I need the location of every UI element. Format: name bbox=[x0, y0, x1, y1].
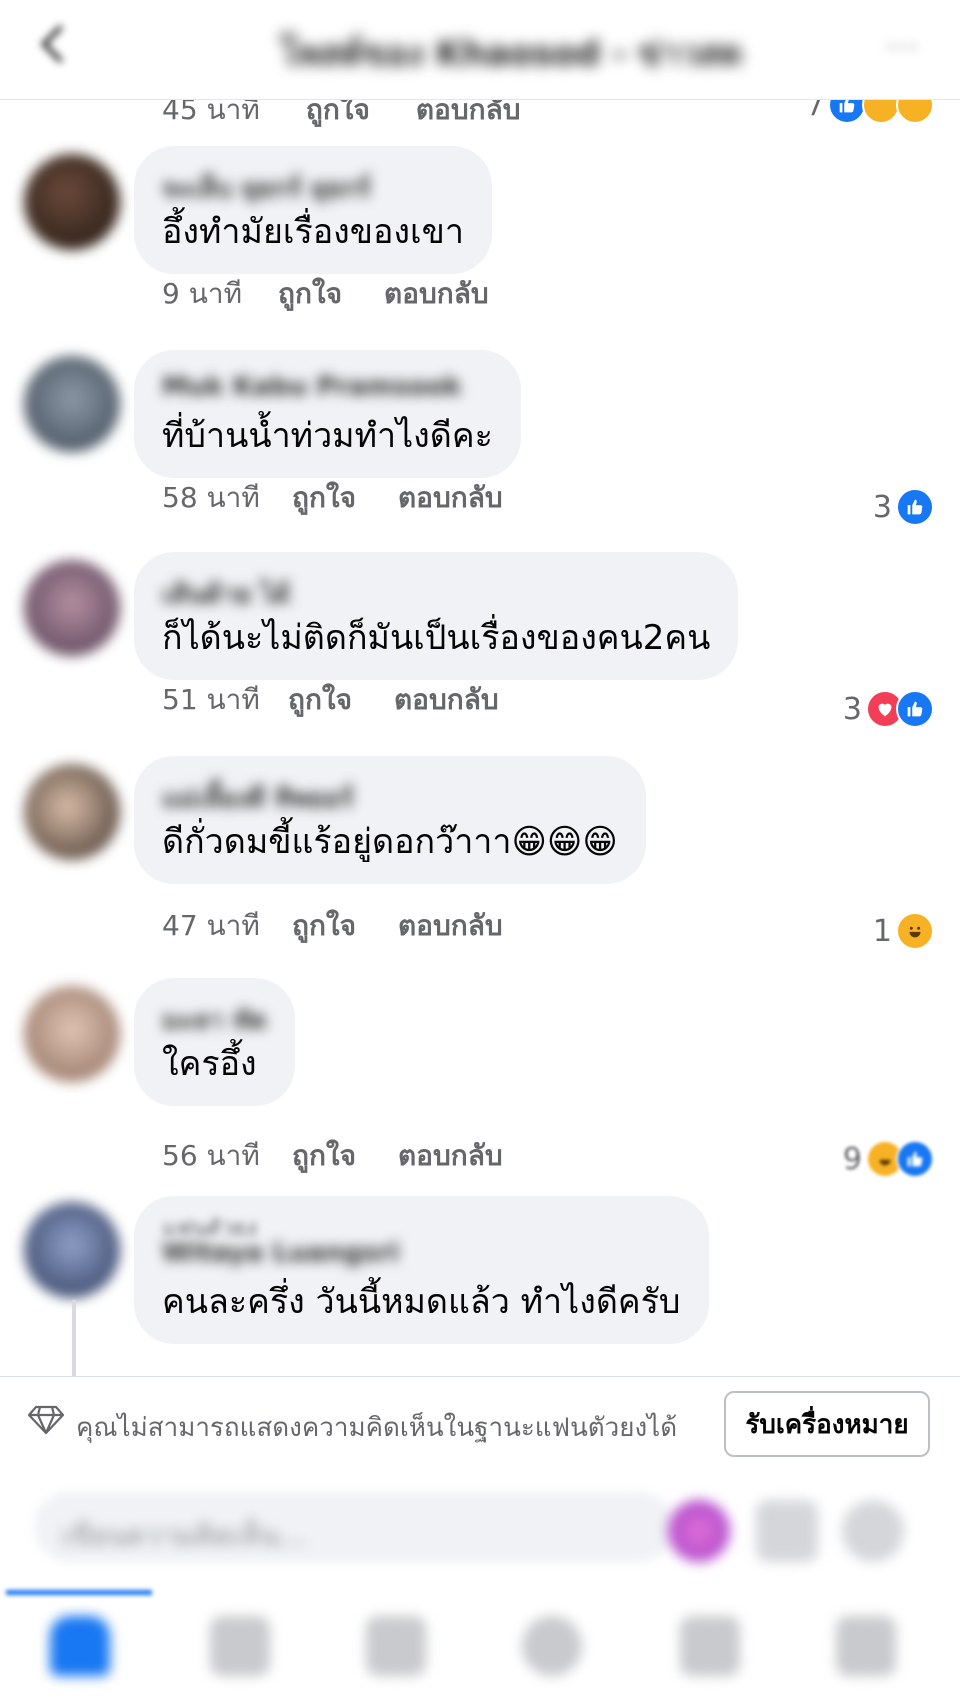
thread-line bbox=[72, 1300, 76, 1376]
reaction-count: 3 bbox=[872, 489, 892, 525]
gif-icon[interactable] bbox=[756, 1500, 818, 1562]
comment-meta: 56 นาที ถูกใจ ตอบกลับ bbox=[162, 1134, 503, 1178]
profile-icon[interactable] bbox=[522, 1616, 582, 1676]
comment-text: อึ้งทำมัยเรื่องของเขา bbox=[162, 212, 464, 252]
commenter-name[interactable]: แม่เลี้ยงดี ทิพยอร์ bbox=[162, 778, 618, 814]
comment-meta: 51 นาที ถูกใจ ตอบกลับ bbox=[162, 678, 499, 722]
page-title: โพสต์ของ Khaosod - ข่าวสด bbox=[280, 34, 743, 74]
back-arrow-icon[interactable] bbox=[30, 20, 78, 68]
comment-time: 56 นาที bbox=[162, 1139, 260, 1172]
avatar[interactable] bbox=[24, 1202, 120, 1298]
like-link[interactable]: ถูกใจ bbox=[292, 476, 398, 520]
comment-meta: 58 นาที ถูกใจ ตอบกลับ bbox=[162, 476, 503, 520]
marketplace-icon[interactable] bbox=[366, 1616, 426, 1676]
commenter-name[interactable]: Witaya Luangsri bbox=[162, 1238, 681, 1274]
emoji-icon[interactable] bbox=[842, 1500, 904, 1562]
commenter-name[interactable]: จะเล็บ ยุยกร์ ยุยกร์ bbox=[162, 168, 464, 204]
comment-bubble: มะลา ทัด ใครอึ้ง bbox=[134, 978, 295, 1106]
comment-meta: 9 นาที ถูกใจ ตอบกลับ bbox=[162, 272, 489, 316]
avatar-sticker-icon[interactable] bbox=[668, 1500, 730, 1562]
comment-time: 47 นาที bbox=[162, 909, 260, 942]
top-bar: โพสต์ของ Khaosod - ข่าวสด ··· bbox=[0, 0, 960, 100]
comment-time: 58 นาที bbox=[162, 481, 260, 514]
commenter-name[interactable]: มะลา ทัด bbox=[162, 1000, 267, 1036]
avatar[interactable] bbox=[24, 154, 120, 250]
reply-link[interactable]: ตอบกลับ bbox=[394, 678, 499, 722]
bottom-nav bbox=[0, 1582, 960, 1706]
comment-text: ก็ได้นะไม่ติดก็มันเป็นเรื่องของคน2คน bbox=[162, 618, 711, 658]
reaction-count: 1 bbox=[872, 913, 892, 949]
more-options-icon[interactable]: ··· bbox=[885, 30, 920, 65]
comment-bubble: แม่เลี้ยงดี ทิพยอร์ ดีกั่วดมขี้แร้อยู่ดอ… bbox=[134, 756, 646, 884]
comment-bubble: จะเล็บ ยุยกร์ ยุยกร์ อึ้งทำมัยเรื่องของเ… bbox=[134, 146, 492, 274]
get-badge-button[interactable]: รับเครื่องหมาย bbox=[724, 1391, 930, 1457]
avatar[interactable] bbox=[24, 764, 120, 860]
commenter-name[interactable]: Muk Kabu Pramsook bbox=[162, 372, 493, 408]
comment-text: ใครอึ้ง bbox=[162, 1044, 257, 1084]
reaction-count: 9 bbox=[842, 1141, 862, 1177]
active-tab-indicator bbox=[6, 1590, 152, 1595]
comment-bubble: Muk Kabu Pramsook ที่บ้านน้ำท่วมทำไงดีคะ bbox=[134, 350, 521, 478]
avatar[interactable] bbox=[24, 560, 120, 656]
comment-input-placeholder: เขียนความคิดเห็น... bbox=[62, 1519, 306, 1552]
menu-icon[interactable] bbox=[836, 1616, 896, 1676]
avatar[interactable] bbox=[24, 356, 120, 452]
comment-time: 51 นาที bbox=[162, 683, 260, 716]
like-link[interactable]: ถูกใจ bbox=[278, 272, 384, 316]
like-link[interactable]: ถูกใจ bbox=[292, 904, 398, 948]
comment-bubble: แฟนตัวยง Witaya Luangsri คนละครึ่ง วันนี… bbox=[134, 1196, 709, 1344]
comment-composer: เขียนความคิดเห็น... bbox=[0, 1470, 960, 1582]
avatar[interactable] bbox=[24, 986, 120, 1082]
reply-link[interactable]: ตอบกลับ bbox=[384, 272, 489, 316]
like-reaction-icon bbox=[896, 690, 934, 728]
diamond-icon bbox=[26, 1399, 66, 1439]
watch-icon[interactable] bbox=[210, 1616, 270, 1676]
like-reaction-icon bbox=[896, 488, 934, 526]
top-fan-badge: แฟนตัวยง bbox=[162, 1216, 258, 1241]
reply-link[interactable]: ตอบกลับ bbox=[398, 476, 503, 520]
comment-meta: 47 นาที ถูกใจ ตอบกลับ bbox=[162, 904, 503, 948]
notifications-icon[interactable] bbox=[680, 1616, 740, 1676]
reaction-count: 3 bbox=[842, 691, 862, 727]
notice-text: คุณไม่สามารถแสดงความคิดเห็นในฐานะแฟนตัวย… bbox=[76, 1413, 678, 1443]
reaction-summary[interactable]: 9 bbox=[843, 1140, 934, 1178]
reaction-summary[interactable]: 3 bbox=[843, 690, 934, 728]
comment-text: ที่บ้านน้ำท่วมทำไงดีคะ bbox=[162, 416, 493, 456]
comment-text: คนละครึ่ง วันนี้หมดแล้ว ทำไงดีครับ bbox=[162, 1282, 681, 1322]
reply-link[interactable]: ตอบกลับ bbox=[398, 1134, 503, 1178]
haha-reaction-icon bbox=[896, 912, 934, 950]
like-link[interactable]: ถูกใจ bbox=[288, 678, 394, 722]
commenter-name[interactable]: เส้นด้าย ได้ bbox=[162, 574, 710, 610]
reaction-summary[interactable]: 3 bbox=[873, 488, 934, 526]
reply-link[interactable]: ตอบกลับ bbox=[398, 904, 503, 948]
home-icon[interactable] bbox=[50, 1616, 110, 1676]
comment-time: 9 นาที bbox=[162, 277, 243, 310]
reaction-summary[interactable]: 1 bbox=[873, 912, 934, 950]
comment-text: ดีกั่วดมขี้แร้อยู่ดอกว๊าาา😁😁😁 bbox=[162, 822, 618, 862]
comment-bubble: เส้นด้าย ได้ ก็ได้นะไม่ติดก็มันเป็นเรื่อ… bbox=[134, 552, 739, 680]
comment-restriction-notice: คุณไม่สามารถแสดงความคิดเห็นในฐานะแฟนตัวย… bbox=[0, 1376, 960, 1470]
like-link[interactable]: ถูกใจ bbox=[292, 1134, 398, 1178]
like-reaction-icon bbox=[896, 1140, 934, 1178]
